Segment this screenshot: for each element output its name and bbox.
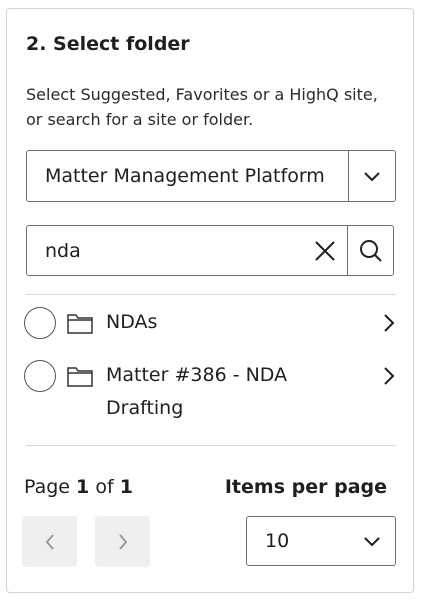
previous-page-button[interactable] (22, 516, 77, 567)
radio-button[interactable] (24, 360, 56, 392)
chevron-down-icon (364, 172, 380, 182)
of-word: of (95, 476, 114, 498)
list-item[interactable]: NDAs (24, 306, 396, 340)
section-title: 2. Select folder (26, 33, 190, 55)
divider (26, 294, 396, 295)
site-select[interactable]: Matter Management Platform (26, 150, 396, 202)
radio-button[interactable] (24, 307, 56, 339)
site-select-toggle[interactable] (348, 151, 395, 201)
next-page-button[interactable] (95, 516, 150, 567)
site-select-value[interactable]: Matter Management Platform (27, 151, 348, 201)
items-per-page-label: Items per page (224, 476, 387, 498)
total-pages: 1 (119, 476, 133, 498)
list-item-label: Matter #386 - NDA Drafting (106, 364, 288, 419)
search-button[interactable] (347, 226, 393, 275)
folder-search (26, 225, 394, 276)
close-icon (315, 240, 335, 261)
chevron-left-icon (45, 533, 54, 550)
chevron-right-icon (118, 533, 127, 550)
section-description: Select Suggested, Favorites or a HighQ s… (26, 85, 378, 129)
select-folder-panel: 2. Select folder Select Suggested, Favor… (6, 8, 414, 593)
current-page: 1 (76, 476, 90, 498)
chevron-down-icon (364, 537, 380, 547)
list-item[interactable]: Matter #386 - NDA Drafting (24, 359, 396, 425)
folder-icon (67, 314, 93, 334)
items-per-page-select[interactable]: 10 (246, 516, 396, 566)
chevron-right-icon[interactable] (382, 313, 396, 333)
list-item-label: NDAs (106, 311, 158, 333)
page-indicator: Page 1 of 1 (24, 476, 133, 498)
chevron-right-icon[interactable] (382, 366, 396, 386)
clear-search-button[interactable] (303, 226, 347, 275)
folder-icon (67, 367, 93, 387)
page-word: Page (24, 476, 70, 498)
divider (26, 445, 396, 446)
search-input[interactable] (27, 226, 303, 275)
items-per-page-value: 10 (265, 530, 290, 552)
search-icon (359, 239, 382, 262)
